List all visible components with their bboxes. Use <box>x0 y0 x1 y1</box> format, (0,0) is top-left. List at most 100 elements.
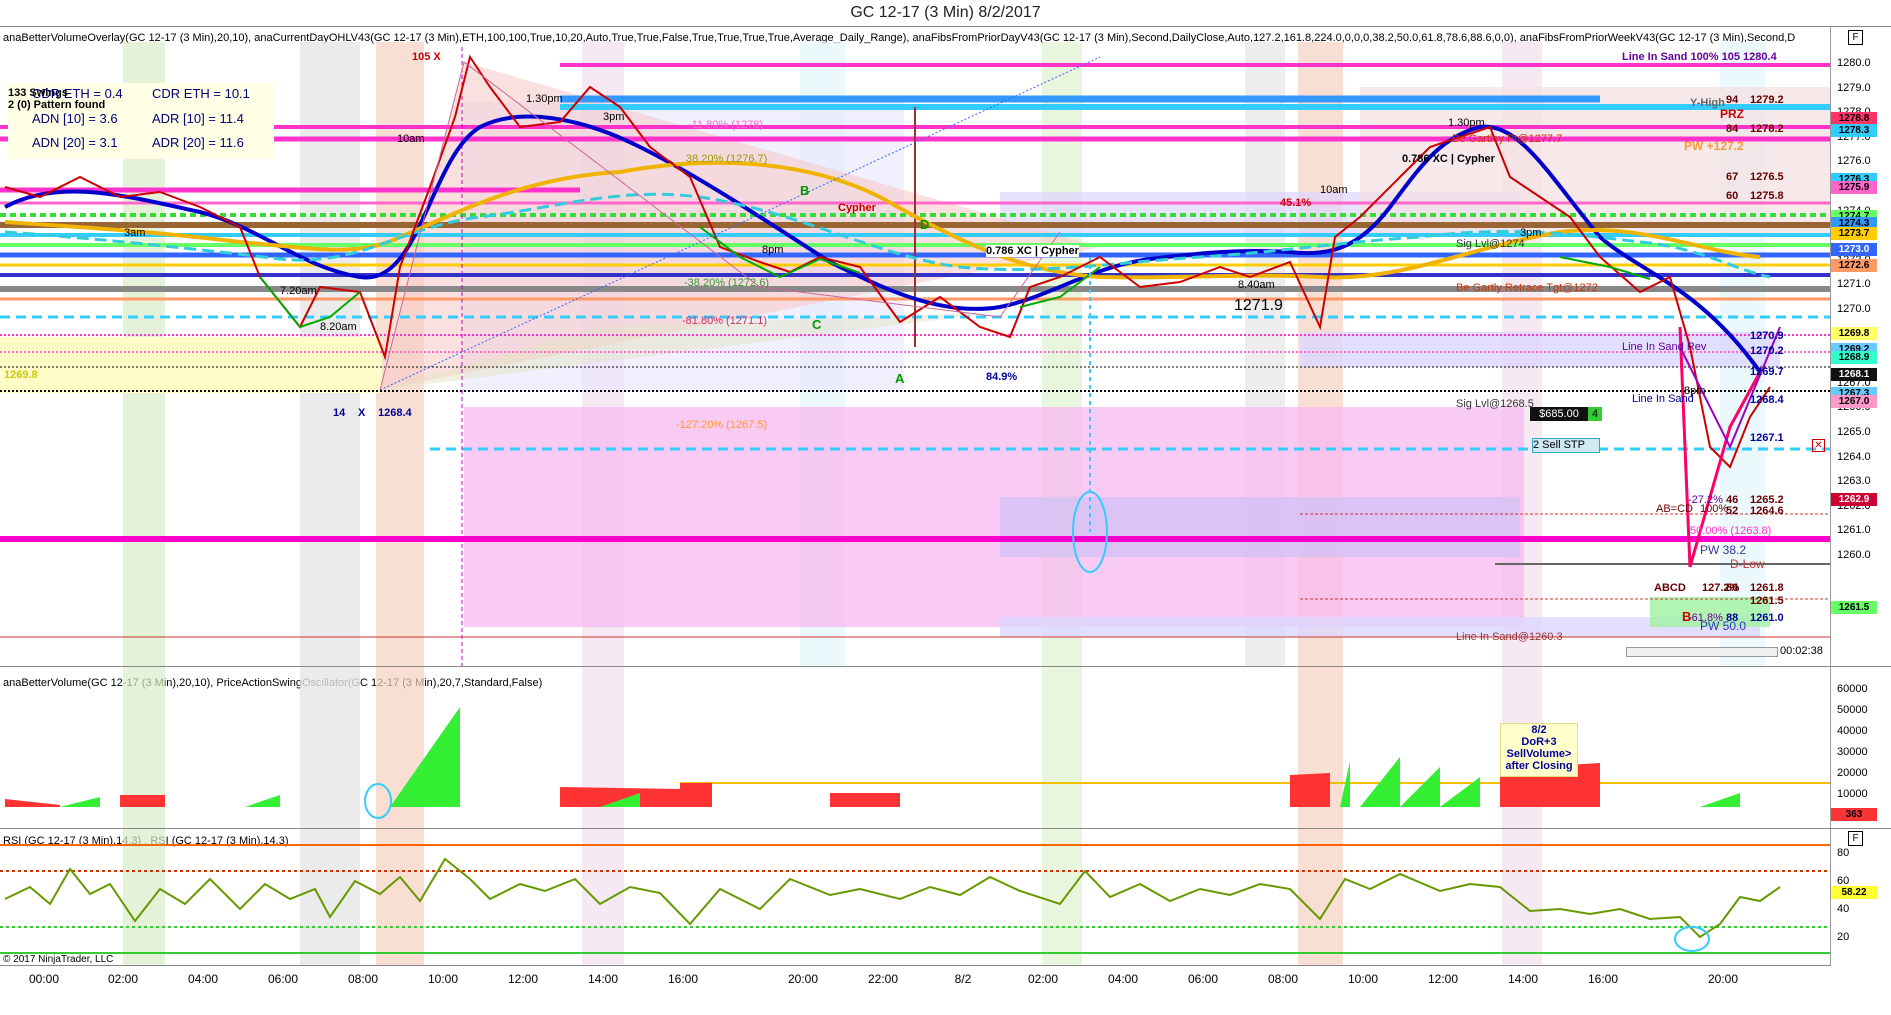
session-note-line: SellVolume> <box>1506 748 1572 760</box>
price-tick: 1264.0 <box>1837 450 1871 463</box>
zone-fill <box>0 337 382 393</box>
adr10-stat: ADR [10] = 11.4 <box>152 111 244 126</box>
level-label: ABCD <box>1654 582 1686 594</box>
time-tick: 20:00 <box>1707 972 1739 986</box>
level-label: Line In Sand 100% 105 1280.4 <box>1622 51 1777 63</box>
time-tick: 02:00 <box>107 972 139 986</box>
volume-tick: 50000 <box>1837 704 1868 716</box>
pct-label: 84.9% <box>986 371 1018 383</box>
sell-stop-cancel-icon[interactable]: ✕ <box>1812 439 1825 452</box>
time-label: 1.30pm <box>526 93 563 105</box>
session-shade <box>1042 667 1082 829</box>
adn20-stat: ADN [20] = 3.1 <box>32 135 118 150</box>
price-tick: 1263.0 <box>1837 475 1871 488</box>
panel-maximize-icon[interactable]: F <box>1848 831 1863 846</box>
order-price-badge[interactable]: $685.00 <box>1530 407 1588 421</box>
session-shade <box>123 829 165 966</box>
bar-timer: 00:02:38 <box>1780 645 1823 657</box>
order-qty-badge[interactable]: 4 <box>1588 407 1602 421</box>
yellow-zone-price: 1269.8 <box>4 369 38 381</box>
time-label: 10am <box>397 133 425 145</box>
session-note-line: DoR+3 <box>1521 736 1557 748</box>
price-level-tag: 1269.8 <box>1831 327 1877 340</box>
price-level-tag: 1278.3 <box>1831 124 1877 137</box>
price-level-tag: 1268.1 <box>1831 368 1877 381</box>
pattern-point-d: D <box>920 217 930 232</box>
session-shade <box>1298 829 1343 966</box>
time-tick: 14:00 <box>587 972 619 986</box>
session-shade <box>1042 829 1082 966</box>
price-tick: 1276.0 <box>1837 155 1871 168</box>
price-level-tag: 1273.0 <box>1831 243 1877 256</box>
swing-count-label: 14 <box>333 407 346 419</box>
price-axis[interactable]: 1280.01279.01278.01277.01276.01275.01274… <box>1830 27 1891 667</box>
level-label: Y-High <box>1690 97 1725 109</box>
volume-current-tag: 363 <box>1831 808 1877 821</box>
time-tick: 12:00 <box>507 972 539 986</box>
pattern-label: 0.786 XC | Cypher <box>986 245 1079 257</box>
session-shade <box>1502 829 1542 966</box>
volume-tick: 10000 <box>1837 788 1868 800</box>
price-level-tag: 1268.9 <box>1831 351 1877 364</box>
fib-label: 38.20% (1276.7) <box>686 153 768 165</box>
rsi-axis[interactable]: 80 60 40 20 58.22 <box>1830 829 1891 966</box>
time-label: 8pm <box>1684 385 1706 397</box>
price-tick: 1270.0 <box>1837 303 1871 315</box>
price-tick: 1279.0 <box>1837 81 1871 94</box>
price-panel[interactable]: anaBetterVolumeOverlay(GC 12-17 (3 Min),… <box>0 26 1891 667</box>
rsi-tick: 80 <box>1837 847 1850 859</box>
zone-fill <box>1300 332 1780 367</box>
level-label: 67 <box>1726 171 1739 183</box>
time-tick: 04:00 <box>1107 972 1139 986</box>
rsi-panel[interactable]: RSI (GC 12-17 (3 Min),14,3) , RSI (GC 12… <box>0 828 1891 966</box>
time-label: 1.30pm <box>1448 117 1485 129</box>
time-tick: 10:00 <box>427 972 459 986</box>
rsi-chart-canvas[interactable] <box>0 829 1831 966</box>
session-note-line: 8/2 <box>1531 724 1547 736</box>
price-tick: 1261.0 <box>1837 524 1871 537</box>
volume-tick: 30000 <box>1837 746 1868 758</box>
cdr-eth-left: CDR ETH = 0.4 <box>32 86 123 101</box>
fib-label: -38.20% (1272.6) <box>684 277 769 289</box>
time-label: 3pm <box>1520 227 1542 239</box>
time-tick: 20:00 <box>787 972 819 986</box>
price-level-tag: 1273.7 <box>1831 227 1877 240</box>
rsi-tick: 40 <box>1837 903 1850 915</box>
volume-panel[interactable]: anaBetterVolume(GC 12-17 (3 Min),20,10),… <box>0 666 1891 829</box>
price-tick: 1260.0 <box>1837 549 1871 561</box>
level-label: PRZ <box>1720 107 1744 121</box>
volume-tick: 20000 <box>1837 767 1868 779</box>
sell-stop-order[interactable]: 2 Sell STP <box>1532 438 1600 453</box>
bar-progress <box>1626 647 1778 657</box>
panel-maximize-icon[interactable]: F <box>1848 30 1863 45</box>
volume-axis[interactable]: 60000 50000 40000 30000 20000 10000 363 <box>1830 667 1891 829</box>
session-shade <box>300 829 360 966</box>
stats-info-box: 133 Swings 2 (0) Pattern found CDR ETH =… <box>8 83 274 159</box>
level-label: 1264.6 <box>1750 505 1784 517</box>
time-tick: 06:00 <box>1187 972 1219 986</box>
price-level-tag: 1272.6 <box>1831 259 1877 272</box>
volume-tick: 40000 <box>1837 725 1868 737</box>
level-label: 1270.9 <box>1750 330 1784 342</box>
time-label: 8.40am <box>1238 279 1275 291</box>
time-tick: 08:00 <box>347 972 379 986</box>
level-label: Line In Sand@1260.3 <box>1456 631 1563 643</box>
level-label: 52 <box>1726 505 1739 517</box>
session-shade <box>582 829 624 966</box>
time-label: 3am <box>124 227 146 239</box>
level-label: Sig Lvl@1268.5 <box>1456 398 1534 410</box>
time-label: 7.20am <box>280 285 317 297</box>
price-chart-canvas[interactable] <box>0 27 1831 667</box>
time-label: 8pm <box>762 244 784 256</box>
level-label: 1261.8 <box>1750 582 1784 594</box>
time-axis[interactable]: © 2017 NinjaTrader, LLC 00:00 02:00 04:00 0… <box>0 954 1831 1015</box>
level-label: 60 <box>1726 190 1739 202</box>
level-label: 1276.5 <box>1750 171 1784 183</box>
time-tick: 06:00 <box>267 972 299 986</box>
volume-tick: 60000 <box>1837 683 1868 695</box>
level-label: 1268.4 <box>1750 394 1784 406</box>
fib-label: -127.20% (1267.5) <box>676 419 768 431</box>
price-tick: 1265.0 <box>1837 426 1871 438</box>
level-label: 88 <box>1726 612 1739 624</box>
price-tick: 1280.0 <box>1837 57 1871 69</box>
